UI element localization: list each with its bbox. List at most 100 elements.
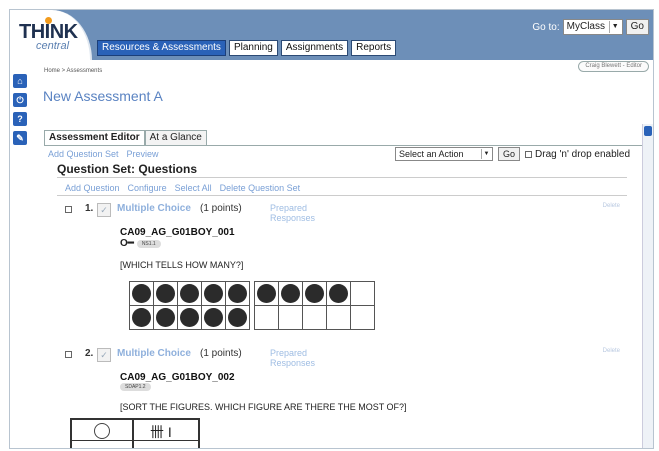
scroll-handle[interactable]	[644, 126, 652, 136]
action-select[interactable]: Select an Action ▼	[395, 147, 493, 161]
divider	[57, 177, 627, 178]
chevron-down-icon: ▼	[608, 21, 621, 33]
dragdrop-checkbox[interactable]	[525, 150, 533, 158]
counter-dot	[204, 284, 223, 303]
counter-dot	[156, 308, 175, 327]
counter-dot	[132, 308, 151, 327]
question-checkbox[interactable]	[65, 351, 72, 358]
question-code: CA09_AG_G01BOY_002	[120, 372, 235, 383]
question-number: 1.	[85, 203, 94, 214]
ten-frame-cell	[202, 306, 226, 330]
help-icon[interactable]: ?	[13, 112, 27, 126]
question-checkbox[interactable]	[65, 206, 72, 213]
logo[interactable]: THINK central	[10, 10, 92, 60]
prepared-responses-link[interactable]: Prepared Responses	[270, 348, 330, 368]
counter-dot	[281, 284, 300, 303]
question-code: CA09_AG_G01BOY_001	[120, 227, 235, 238]
counter-dot	[180, 284, 199, 303]
counter-dot	[329, 284, 348, 303]
scrollbar[interactable]	[642, 124, 653, 448]
dragdrop-label: Drag 'n' drop enabled	[535, 148, 631, 160]
ten-frame-cell	[202, 282, 226, 306]
ten-frame	[254, 281, 375, 330]
ten-frame-cell	[279, 282, 303, 306]
standard-tag: NS1.1	[136, 239, 161, 248]
table-divider	[72, 440, 198, 441]
goto-button[interactable]: Go	[625, 19, 649, 35]
counter-dot	[305, 284, 324, 303]
question-text: [WHICH TELLS HOW MANY?]	[120, 260, 244, 270]
ten-frame-cell	[303, 306, 327, 330]
question-points: (1 points)	[200, 348, 242, 359]
configure-link[interactable]: Configure	[128, 183, 167, 193]
nav-tab-reports[interactable]: Reports	[351, 40, 397, 56]
question-set-links: Add Question Configure Select All Delete…	[65, 183, 300, 193]
logo-central: central	[36, 40, 70, 52]
dragdrop-toggle[interactable]: Drag 'n' drop enabled	[525, 149, 630, 160]
question-text: [SORT THE FIGURES. WHICH FIGURE ARE THER…	[120, 402, 407, 412]
nav-tab-assignments[interactable]: Assignments	[280, 40, 349, 56]
page-title: New Assessment A	[43, 88, 163, 104]
add-question-link[interactable]: Add Question	[65, 183, 120, 193]
counter-dot	[156, 284, 175, 303]
chevron-down-icon: ▼	[481, 149, 491, 159]
ten-frame-cell	[351, 306, 375, 330]
counter-dot	[204, 308, 223, 327]
breadcrumb[interactable]: Home > Assessments	[44, 68, 102, 74]
select-all-link[interactable]: Select All	[175, 183, 212, 193]
ten-frame-cell	[154, 306, 178, 330]
goto-bar: Go to: MyClass ▼ Go	[532, 19, 649, 35]
circle-figure-icon	[94, 423, 110, 439]
left-toolbar: ⌂ ⏻ ? ✎	[13, 74, 28, 145]
add-question-set-link[interactable]: Add Question Set	[48, 149, 119, 159]
sort-figures-table: 卌 I	[70, 418, 200, 448]
edit-icon[interactable]: ✓	[97, 348, 111, 362]
question-item: 1. ✓ Multiple Choice (1 points) Prepared…	[65, 203, 630, 343]
ten-frame-cell	[178, 306, 202, 330]
question-tags: O━ NS1.1	[120, 238, 161, 249]
counter-dot	[228, 284, 247, 303]
action-go-button[interactable]: Go	[498, 147, 521, 161]
question-type-link[interactable]: Multiple Choice	[117, 348, 191, 359]
header: THINK central Resources & Assessments Pl…	[10, 10, 653, 60]
delete-link[interactable]: Delete	[603, 203, 620, 209]
counter-dot	[132, 284, 151, 303]
action-row: Select an Action ▼ Go Drag 'n' drop enab…	[395, 147, 630, 161]
question-set-title: Question Set: Questions	[57, 162, 198, 176]
tab-at-a-glance[interactable]: At a Glance	[144, 130, 207, 145]
ten-frame-cell	[178, 282, 202, 306]
action-select-value: Select an Action	[399, 149, 464, 159]
editor-links: Add Question Set Preview	[48, 149, 159, 159]
main-nav: Resources & Assessments Planning Assignm…	[97, 40, 397, 56]
key-icon: O━	[120, 238, 134, 249]
ten-frame-cell	[130, 282, 154, 306]
question-type-link[interactable]: Multiple Choice	[117, 203, 191, 214]
goto-select[interactable]: MyClass ▼	[562, 19, 623, 35]
counter-dot	[257, 284, 276, 303]
goto-label: Go to:	[532, 21, 560, 33]
ten-frame-cell	[303, 282, 327, 306]
wrench-icon[interactable]: ✎	[13, 131, 27, 145]
nav-tab-planning[interactable]: Planning	[228, 40, 278, 56]
tab-divider	[44, 145, 646, 146]
delete-question-set-link[interactable]: Delete Question Set	[220, 183, 301, 193]
standard-tag: SDAP1.2	[120, 383, 151, 391]
question-number: 2.	[85, 348, 94, 359]
user-pill[interactable]: Craig Blewett - Editor	[578, 61, 649, 72]
prepared-responses-link[interactable]: Prepared Responses	[270, 203, 330, 223]
home-icon[interactable]: ⌂	[13, 74, 27, 88]
ten-frame-cell	[327, 282, 351, 306]
ten-frame-cell	[327, 306, 351, 330]
ten-frame-cell	[130, 306, 154, 330]
delete-link[interactable]: Delete	[603, 348, 620, 354]
power-icon[interactable]: ⏻	[13, 93, 27, 107]
preview-link[interactable]: Preview	[127, 149, 159, 159]
tab-assessment-editor[interactable]: Assessment Editor	[44, 130, 145, 145]
ten-frame-cell	[226, 282, 250, 306]
nav-tab-resources[interactable]: Resources & Assessments	[97, 40, 226, 56]
question-tags: SDAP1.2	[120, 383, 151, 391]
tally-marks-icon: 卌 I	[150, 424, 172, 440]
edit-icon[interactable]: ✓	[97, 203, 111, 217]
ten-frame-cell	[255, 306, 279, 330]
question-points: (1 points)	[200, 203, 242, 214]
